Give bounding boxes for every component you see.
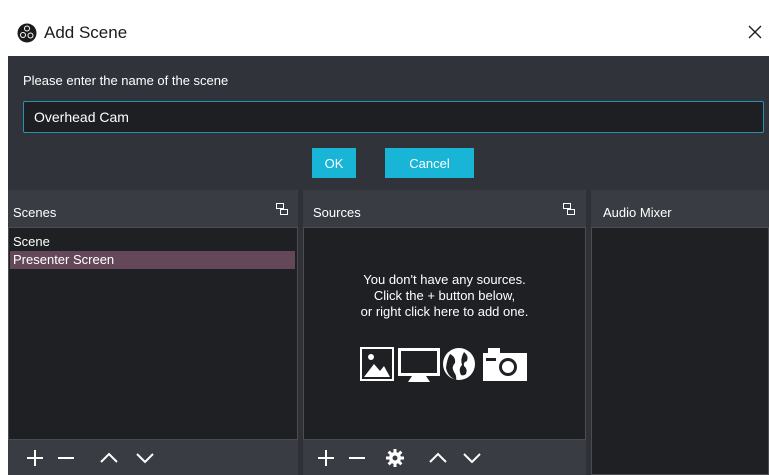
scenes-dock: Scenes Scene Presenter Screen [8, 190, 298, 475]
scenes-dock-title: Scenes [13, 205, 57, 220]
add-icon[interactable] [24, 448, 46, 468]
scenes-dock-header: Scenes [8, 190, 298, 227]
add-icon[interactable] [315, 448, 337, 468]
move-up-icon[interactable] [427, 448, 449, 468]
remove-icon[interactable] [55, 448, 77, 468]
remove-icon[interactable] [346, 448, 368, 468]
sources-toolbar [303, 440, 586, 475]
source-type-icons [360, 347, 527, 382]
sources-empty-message: You don't have any sources. Click the + … [304, 272, 585, 320]
scenes-list[interactable]: Scene Presenter Screen [8, 227, 298, 440]
sources-list[interactable]: You don't have any sources. Click the + … [303, 227, 586, 440]
list-item-selected[interactable]: Presenter Screen [10, 251, 295, 269]
audio-mixer-dock: Audio Mixer [591, 190, 769, 475]
audio-mixer-dock-title: Audio Mixer [603, 205, 672, 220]
empty-line-3: or right click here to add one. [360, 304, 529, 319]
empty-line-2: Click the + button below, [373, 288, 516, 303]
ok-button[interactable]: OK [312, 148, 356, 178]
camera-icon [483, 348, 527, 381]
scene-name-input[interactable] [23, 101, 764, 133]
sources-dock-title: Sources [313, 205, 361, 220]
scene-name-prompt: Please enter the name of the scene [23, 73, 229, 88]
window-title: Add Scene [44, 23, 128, 42]
undock-icon[interactable] [563, 203, 575, 215]
move-down-icon[interactable] [134, 448, 156, 468]
title-bar: Add Scene [0, 0, 769, 56]
globe-icon [443, 348, 475, 380]
audio-mixer-dock-header: Audio Mixer [591, 190, 769, 227]
obs-logo-icon [17, 23, 37, 43]
list-item[interactable]: Scene [13, 233, 50, 251]
cancel-button[interactable]: Cancel [385, 148, 474, 178]
empty-line-1: You don't have any sources. [363, 272, 526, 287]
move-down-icon[interactable] [461, 448, 483, 468]
audio-mixer-panel [591, 227, 769, 475]
image-icon [360, 347, 394, 381]
gear-icon[interactable] [384, 448, 406, 468]
add-scene-dialog: Please enter the name of the scene OK Ca… [8, 56, 769, 190]
sources-dock-header: Sources [303, 190, 586, 227]
display-icon [398, 348, 440, 382]
move-up-icon[interactable] [98, 448, 120, 468]
close-button[interactable] [742, 18, 768, 46]
close-icon [748, 25, 762, 39]
undock-icon[interactable] [276, 203, 288, 215]
sources-dock: Sources You don't have any sources. Clic… [303, 190, 586, 475]
scenes-toolbar [8, 440, 298, 475]
